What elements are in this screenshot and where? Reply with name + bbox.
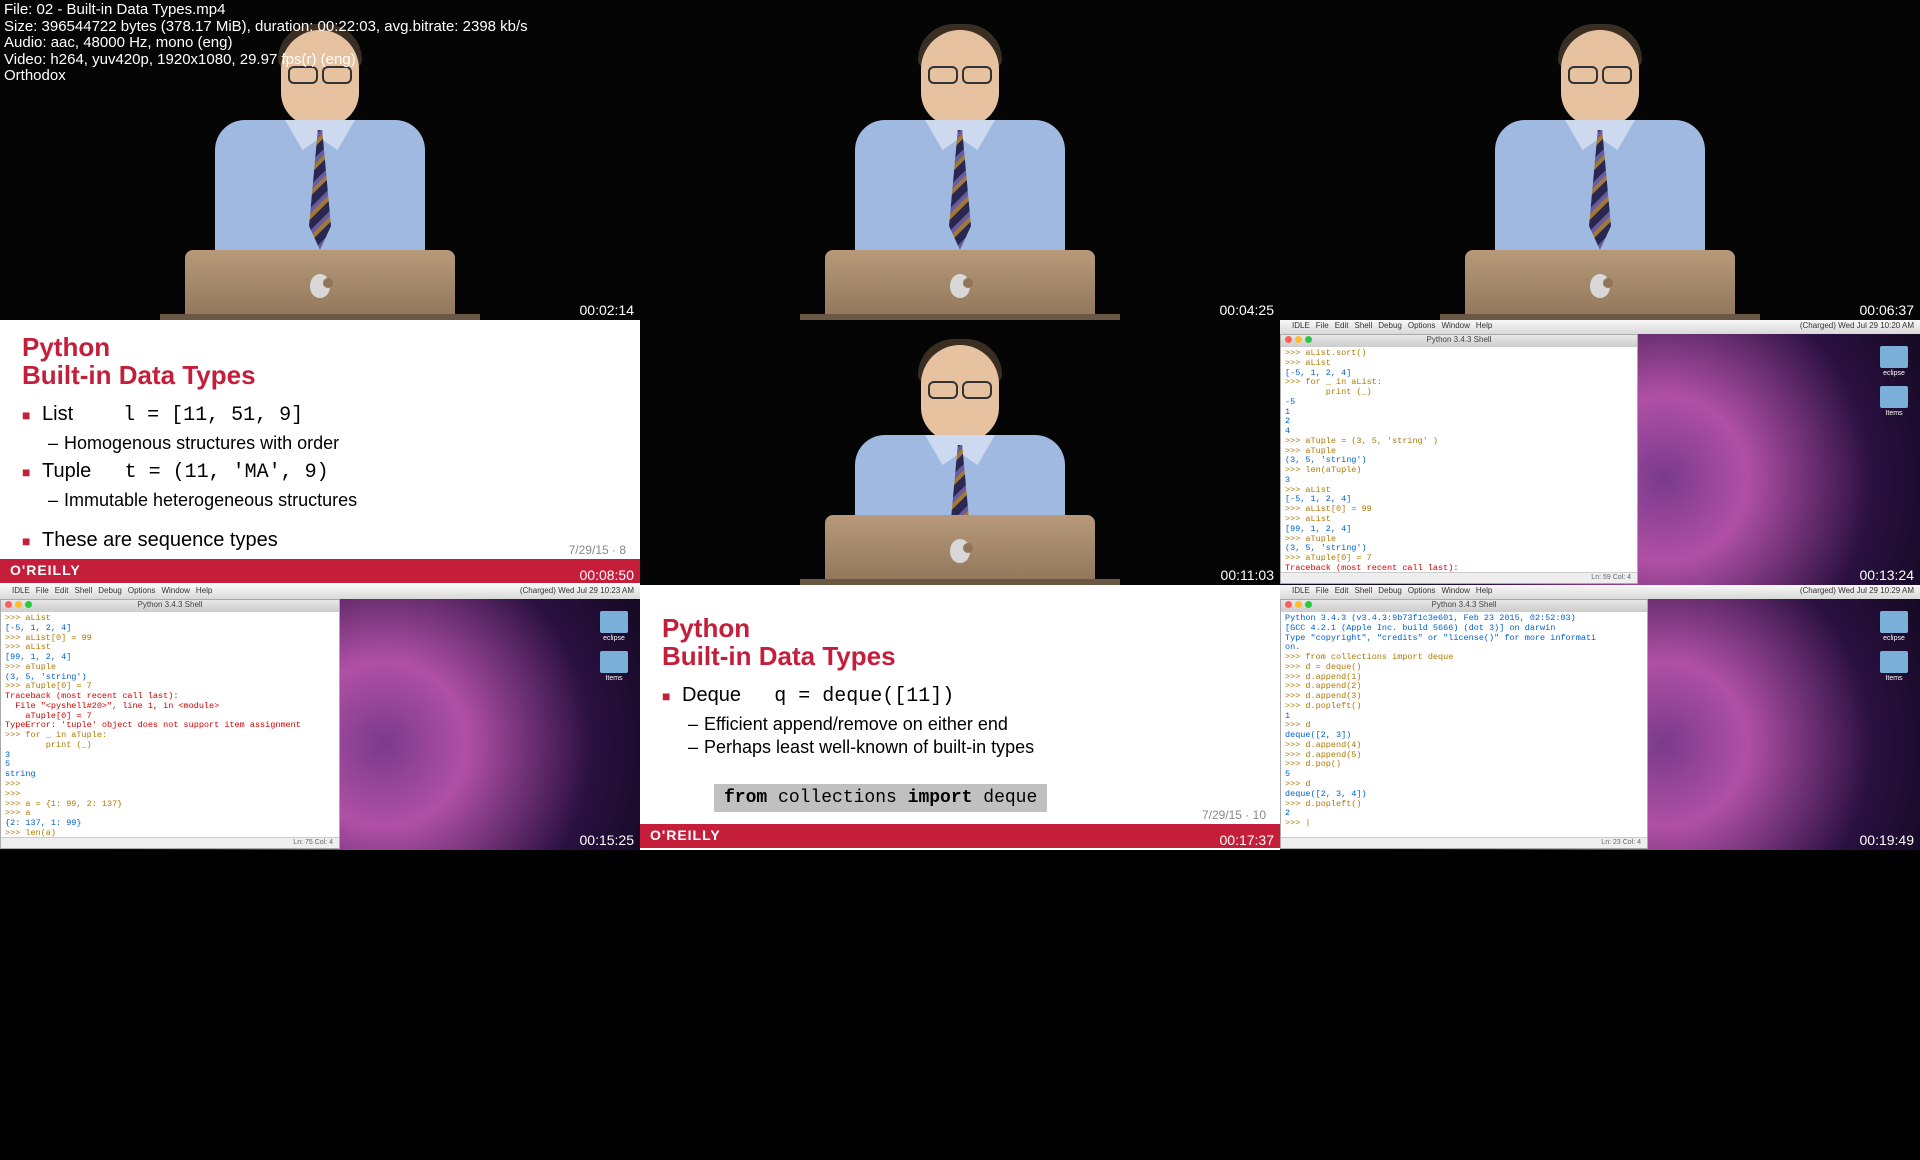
desktop-folder-items[interactable]: Items: [596, 651, 632, 682]
desktop-folder-items[interactable]: Items: [1876, 386, 1912, 417]
thumb-2: 00:04:25: [640, 0, 1280, 320]
zoom-icon[interactable]: [25, 601, 32, 608]
meta-audio: Audio: aac, 48000 Hz, mono (eng): [4, 35, 528, 52]
thumb-8-slide: Python Built-in Data Types Deque q = deq…: [640, 585, 1280, 850]
idle-statusbar: Ln: 75 Col: 4: [1, 837, 339, 848]
thumb-7-desktop: IDLEFileEditShellDebugOptionsWindowHelp …: [0, 585, 640, 850]
mac-menubar[interactable]: IDLEFileEditShellDebugOptionsWindowHelp …: [0, 585, 640, 599]
slide-footer: 7/29/15 · 10: [1202, 808, 1266, 822]
meta-size: Size: 396544722 bytes (378.17 MiB), dura…: [4, 19, 528, 36]
timestamp: 00:17:37: [1220, 832, 1275, 848]
close-icon[interactable]: [5, 601, 12, 608]
timestamp: 00:04:25: [1220, 302, 1275, 318]
idle-body[interactable]: >>> aList.sort()>>> aList[-5, 1, 2, 4]>>…: [1281, 347, 1637, 584]
desktop-folder-eclipse[interactable]: eclipse: [1876, 346, 1912, 377]
slide-title-1: Python: [22, 334, 618, 360]
desktop-folder-eclipse[interactable]: eclipse: [596, 611, 632, 642]
thumb-6-desktop: IDLEFileEditShellDebugOptionsWindowHelp …: [1280, 320, 1920, 585]
idle-body[interactable]: Python 3.4.3 (v3.4.3:9b73f1c3e601, Feb 2…: [1281, 612, 1647, 831]
idle-shell-window[interactable]: Python 3.4.3 Shell Python 3.4.3 (v3.4.3:…: [1280, 599, 1648, 849]
slide-bullet-seq: These are sequence types: [22, 529, 618, 552]
oreilly-brand: O'REILLY: [640, 824, 1280, 848]
idle-titlebar[interactable]: Python 3.4.3 Shell: [1281, 335, 1637, 347]
thumb-4-slide: Python Built-in Data Types List l = [11,…: [0, 320, 640, 585]
close-icon[interactable]: [1285, 336, 1292, 343]
idle-statusbar: Ln: 59 Col: 4: [1281, 572, 1637, 583]
zoom-icon[interactable]: [1305, 601, 1312, 608]
presenter-figure: [830, 345, 1090, 585]
minimize-icon[interactable]: [1295, 601, 1302, 608]
mac-menubar[interactable]: IDLEFileEditShellDebugOptionsWindowHelp …: [1280, 585, 1920, 599]
thumb-5: 00:11:03: [640, 320, 1280, 585]
timestamp: 00:06:37: [1860, 302, 1915, 318]
thumb-3: 00:06:37: [1280, 0, 1920, 320]
slide-bullet-tuple: Tuple t = (11, 'MA', 9): [22, 460, 618, 484]
idle-shell-window[interactable]: Python 3.4.3 Shell >>> aList[-5, 1, 2, 4…: [0, 599, 340, 849]
presenter-figure: [1470, 30, 1730, 320]
menubar-left: IDLEFileEditShellDebugOptionsWindowHelp: [1286, 321, 1498, 333]
apple-logo-icon: [310, 274, 330, 298]
idle-shell-window[interactable]: Python 3.4.3 Shell >>> aList.sort()>>> a…: [1280, 334, 1638, 584]
slide-footer: 7/29/15 · 8: [569, 543, 626, 557]
slide-sub: Homogenous structures with order: [22, 433, 618, 454]
timestamp: 00:08:50: [580, 567, 635, 583]
desktop-folder-eclipse[interactable]: eclipse: [1876, 611, 1912, 642]
media-info-overlay: File: 02 - Built-in Data Types.mp4 Size:…: [0, 0, 532, 87]
minimize-icon[interactable]: [1295, 336, 1302, 343]
slide-bullet-deque: Deque q = deque([11]): [662, 684, 1258, 708]
slide-sub: Immutable heterogeneous structures: [22, 490, 618, 511]
desktop-folder-items[interactable]: Items: [1876, 651, 1912, 682]
meta-file: File: 02 - Built-in Data Types.mp4: [4, 2, 528, 19]
oreilly-brand: O'REILLY: [0, 559, 640, 583]
presenter-figure: [830, 30, 1090, 320]
timestamp: 00:13:24: [1860, 567, 1915, 583]
thumb-9-desktop: IDLEFileEditShellDebugOptionsWindowHelp …: [1280, 585, 1920, 850]
timestamp: 00:11:03: [1221, 567, 1274, 583]
timestamp: 00:19:49: [1860, 832, 1915, 848]
mac-menubar[interactable]: IDLEFileEditShellDebugOptionsWindowHelp …: [1280, 320, 1920, 334]
close-icon[interactable]: [1285, 601, 1292, 608]
thumbnail-grid: 00:02:14 00:04:25 00:06:37 Python Built-…: [0, 0, 1920, 850]
idle-body[interactable]: >>> aList[-5, 1, 2, 4]>>> aList[0] = 99>…: [1, 612, 339, 849]
meta-video: Video: h264, yuv420p, 1920x1080, 29.97 f…: [4, 52, 528, 69]
slide-bullet-list: List l = [11, 51, 9]: [22, 403, 618, 427]
zoom-icon[interactable]: [1305, 336, 1312, 343]
code-snippet: from collections import deque: [714, 784, 1047, 812]
minimize-icon[interactable]: [15, 601, 22, 608]
slide-title-2: Built-in Data Types: [22, 360, 618, 391]
laptop-icon: [185, 250, 455, 320]
idle-statusbar: Ln: 23 Col: 4: [1281, 837, 1647, 848]
timestamp: 00:02:14: [580, 302, 635, 318]
slide-title-2: Built-in Data Types: [662, 641, 1258, 672]
timestamp: 00:15:25: [580, 832, 635, 848]
meta-extra: Orthodox: [4, 68, 528, 85]
menubar-right: (Charged) Wed Jul 29 10:20 AM: [1800, 321, 1914, 333]
slide-title-1: Python: [662, 615, 1258, 641]
